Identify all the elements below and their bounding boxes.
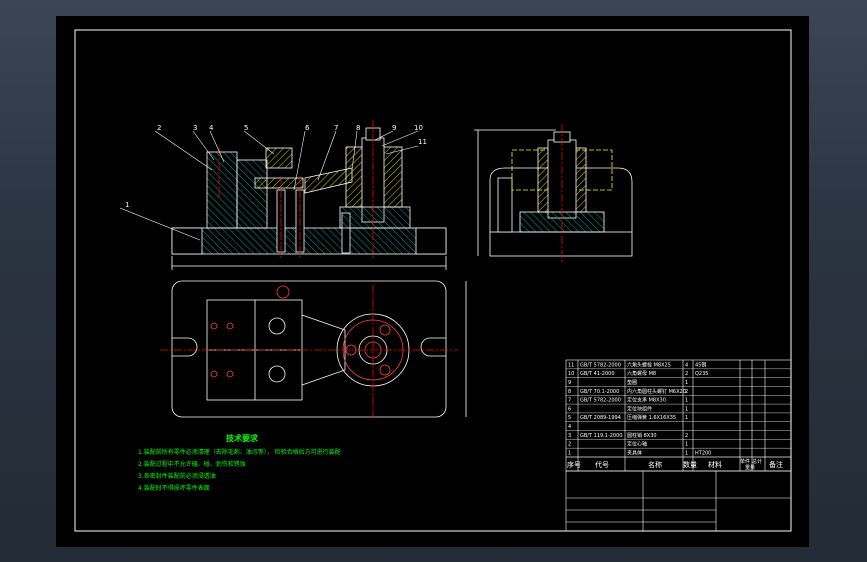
bom-col-weight: 重量 [745, 464, 755, 471]
cad-viewport[interactable]: 1 2 3 4 5 6 7 8 9 10 11 技术要求 1.装配前所有零件必须… [0, 0, 867, 562]
part-label: 9 [392, 124, 396, 132]
bom-cell-code: GB/T 5782-2000 [580, 398, 621, 404]
bom-cell-seq: 10 [568, 371, 574, 377]
bom-cell-name: 内六角圆柱头螺钉 M6X20 [627, 388, 686, 395]
bom-cell-qty: 2 [685, 389, 688, 395]
bom-cell-name: 定位心轴 [627, 441, 647, 448]
bom-cell-seq: 11 [568, 362, 574, 368]
bom-cell-qty: 1 [685, 380, 688, 386]
bom-cell-code: GB/T 2089-1994 [580, 415, 621, 421]
part-label: 10 [414, 124, 423, 132]
part-label: 4 [209, 124, 214, 132]
tech-note: 3.各密封件装配前必须浸透油 [138, 472, 216, 480]
bom-cell-seq: 1 [568, 451, 571, 457]
bom-cell-seq: 4 [568, 424, 571, 430]
bom-cell-qty: 1 [685, 398, 688, 404]
bom-col-seq: 序号 [567, 460, 581, 469]
bom-col-remark: 备注 [769, 460, 783, 469]
bill-of-materials [565, 359, 792, 532]
tech-note: 2.装配过程中不允许磕、碰、划伤和锈蚀 [138, 460, 246, 468]
bom-col-material: 材料 [708, 460, 722, 469]
bom-cell-qty: 1 [685, 415, 688, 421]
part-label: 3 [193, 124, 197, 132]
bom-cell-qty: 1 [685, 406, 688, 412]
bom-cell-qty: 1 [685, 442, 688, 448]
bom-rows: 11 GB/T 5782-2000 六角头螺栓 M8X25 4 45钢10 GB/T 41… [566, 361, 791, 458]
part-label: 8 [356, 124, 360, 132]
bom-cell-seq: 3 [568, 433, 571, 439]
bom-cell-name: 六角螺母 M8 [627, 370, 656, 377]
bom-cell-qty: 2 [685, 433, 688, 439]
front-section-view [171, 120, 447, 270]
part-label: 1 [125, 201, 129, 209]
bom-cell-material: HT200 [695, 451, 711, 457]
bom-col-qty: 数量 [683, 460, 697, 469]
tech-note: 4.装配时不得损坏零件表面 [138, 484, 210, 492]
bom-cell-qty: 4 [685, 362, 688, 368]
bom-cell-name: 定位块组件 [627, 405, 652, 412]
side-view [474, 124, 633, 262]
tech-note: 1.装配前所有零件必须清理（去除毛刺、油污等）， 检验合格后方可进行装配 [138, 448, 341, 456]
bom-cell-material: 45钢 [695, 361, 706, 368]
bom-cell-seq: 6 [568, 406, 571, 412]
bom-cell-code: GB/T 41-2000 [580, 371, 615, 377]
part-label: 5 [244, 124, 248, 132]
part-label: 2 [157, 124, 161, 132]
bom-cell-name: 夹具体 [627, 450, 642, 457]
bom-cell-name: 垫圈 [627, 379, 637, 386]
bom-cell-name: 定位支承 M8X30 [627, 397, 666, 404]
assembly-drawing: 1 2 3 4 5 6 7 8 9 10 11 技术要求 1.装配前所有零件必须… [74, 29, 792, 532]
left-column [206, 151, 238, 229]
bom-cell-qty: 2 [685, 371, 688, 377]
part-label: 6 [305, 124, 310, 132]
bom-cell-name: 压缩弹簧 1.6X16X35 [627, 414, 676, 421]
part-label: 7 [334, 124, 338, 132]
bom-col-unit-weight: 单件 [740, 458, 750, 465]
technical-requirements: 技术要求 1.装配前所有零件必须清理（去除毛刺、油污等）， 检验合格后方可进行装… [138, 433, 341, 492]
bom-cell-material: Q235 [695, 371, 708, 377]
bom-cell-seq: 5 [568, 415, 571, 421]
tech-title: 技术要求 [226, 433, 259, 443]
bom-cell-seq: 7 [568, 398, 571, 404]
bom-col-total-weight: 总计 [752, 458, 762, 465]
bom-cell-seq: 2 [568, 442, 571, 448]
bom-cell-code: GB/T 5782-2000 [580, 362, 621, 368]
bom-col-name: 名称 [648, 460, 662, 469]
bom-header: 序号 代号 名称 数量 材料 单件 总计 重量 备注 [567, 458, 783, 471]
bom-cell-seq: 9 [568, 380, 571, 386]
bom-cell-name: 圆柱销 8X30 [627, 432, 657, 439]
bom-col-code: 代号 [595, 460, 609, 469]
top-view [160, 280, 467, 418]
bom-cell-seq: 8 [568, 389, 571, 395]
bom-cell-code: GB/T 119.1-2000 [580, 433, 622, 439]
part-label: 11 [418, 138, 427, 146]
bom-cell-name: 六角头螺栓 M8X25 [627, 361, 671, 368]
bom-cell-code: GB/T 70.1-2000 [580, 389, 619, 395]
bom-cell-qty: 1 [685, 451, 688, 457]
base-plate [171, 227, 447, 255]
